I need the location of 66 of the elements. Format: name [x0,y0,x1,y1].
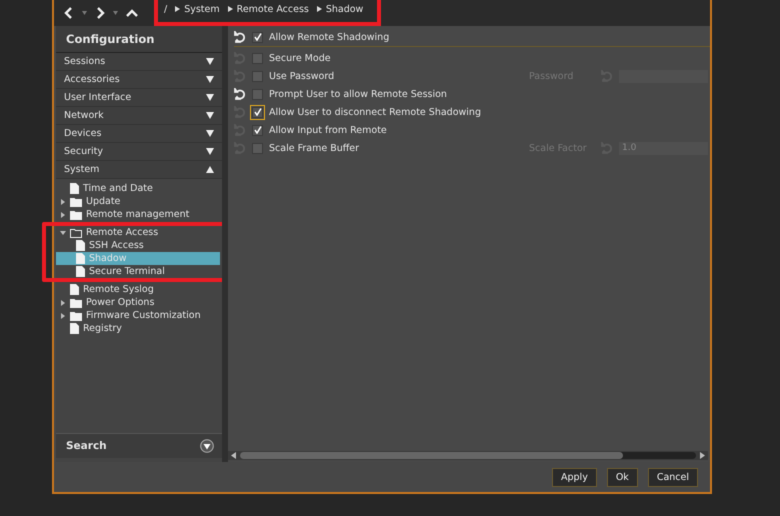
breadcrumb-arrow-icon [228,6,233,12]
checkbox[interactable] [252,142,263,154]
forward-icon[interactable] [95,7,105,19]
file-icon [70,284,79,295]
collapsed-arrow-icon[interactable] [60,300,66,306]
panel-title: Configuration [56,26,222,53]
breadcrumb-root[interactable]: / [164,4,168,14]
breadcrumb-arrow-icon [175,6,180,12]
tree-item[interactable]: Registry [56,322,222,335]
dialog-button[interactable]: Cancel [648,468,698,486]
accordion-section[interactable]: Devices [56,125,222,143]
breadcrumb-item[interactable]: Remote Access [236,4,309,14]
file-icon [70,183,79,194]
file-icon [76,253,85,264]
checkbox[interactable] [252,124,263,136]
setting-label: Scale Frame Buffer [269,142,360,154]
tree-item[interactable]: Firmware Customization [56,309,222,322]
setting-label: Secure Mode [269,52,331,64]
dialog-button[interactable]: Ok [606,468,638,486]
breadcrumb-item[interactable]: Shadow [326,4,364,14]
setting-label: Allow User to disconnect Remote Shadowing [269,106,481,118]
caret-icon[interactable] [113,11,118,15]
folder-icon [70,310,82,320]
folder-outline-icon [70,228,82,238]
setting-label: Allow Remote Shadowing [269,32,390,42]
accordion-section[interactable]: User Interface [56,89,222,107]
accordion-section[interactable]: Security [56,143,222,161]
tree-item[interactable]: SSH Access [56,239,220,252]
accordion-section[interactable]: Sessions [56,53,222,71]
accordion-section[interactable]: Network [56,107,222,125]
expanded-arrow-icon[interactable] [60,230,66,236]
scroll-right-icon[interactable] [698,452,706,459]
setting-label: Allow Input from Remote [269,124,387,136]
collapsed-arrow-icon[interactable] [60,212,66,218]
breadcrumb-arrow-icon [316,6,322,12]
collapsed-arrow-icon[interactable] [60,198,66,204]
search-section[interactable]: Search [56,433,222,458]
up-icon[interactable] [126,8,138,18]
file-icon [70,323,79,334]
tree-item[interactable]: Update [56,195,222,208]
breadcrumb-item[interactable]: System [184,4,220,14]
tree-item[interactable]: Remote management [56,208,222,221]
folder-icon [70,210,82,220]
file-icon [76,266,85,277]
setting-label: Use Password [269,70,334,82]
tree-item[interactable]: Remote Syslog [56,283,222,296]
tree-item[interactable]: Remote Access [56,226,220,239]
file-icon [76,240,85,251]
folder-icon [70,298,82,308]
checkbox[interactable] [252,52,263,64]
setting-label: Prompt User to allow Remote Session [269,88,447,100]
accordion-section[interactable]: Accessories [56,71,222,89]
back-icon[interactable] [64,7,74,19]
checkbox[interactable] [252,32,263,42]
scroll-left-icon[interactable] [230,452,238,459]
horizontal-scrollbar[interactable] [228,451,708,460]
tree-item[interactable]: Secure Terminal [56,265,220,278]
checkbox[interactable] [252,70,263,82]
checkbox[interactable] [252,88,263,100]
accordion-section[interactable]: System [56,161,222,179]
folder-icon [70,196,82,206]
tree-item[interactable]: Power Options [56,296,222,309]
dialog-button[interactable]: Apply [552,468,597,486]
caret-icon[interactable] [82,11,87,15]
tree-item[interactable]: Time and Date [56,182,222,195]
collapsed-arrow-icon[interactable] [60,312,66,318]
